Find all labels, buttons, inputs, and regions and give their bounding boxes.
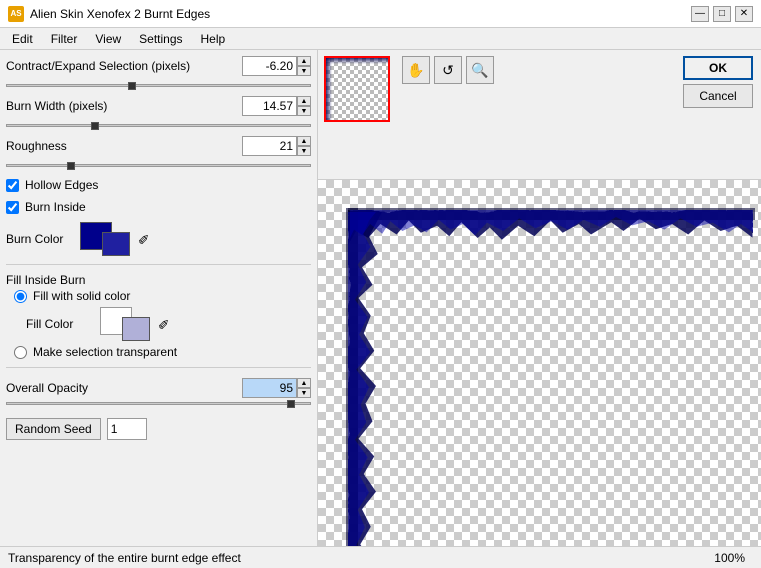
- roughness-input[interactable]: [242, 136, 297, 156]
- zoom-icon: 🔍: [471, 62, 488, 79]
- status-percent: 100%: [714, 551, 745, 565]
- close-button[interactable]: ✕: [735, 6, 753, 22]
- hollow-edges-label[interactable]: Hollow Edges: [25, 178, 98, 192]
- burn-width-slider[interactable]: [6, 122, 311, 130]
- overall-opacity-up[interactable]: ▲: [297, 378, 311, 388]
- random-seed-input[interactable]: [107, 418, 147, 440]
- preview-canvas: [318, 180, 761, 546]
- fill-inside-section: Fill Inside Burn Fill with solid color F…: [6, 271, 311, 361]
- overall-opacity-spinners: ▲ ▼: [297, 378, 311, 398]
- zoom-tool-button[interactable]: 🔍: [466, 56, 494, 84]
- pan-icon: ✋: [407, 62, 424, 79]
- thumbnail-box[interactable]: [324, 56, 390, 122]
- right-section: ✋ ↺ 🔍 OK Cancel: [318, 50, 761, 546]
- contract-expand-down[interactable]: ▼: [297, 66, 311, 76]
- overall-opacity-down[interactable]: ▼: [297, 388, 311, 398]
- rotate-tool-button[interactable]: ↺: [434, 56, 462, 84]
- contract-expand-label: Contract/Expand Selection (pixels): [6, 59, 238, 73]
- maximize-button[interactable]: □: [713, 6, 731, 22]
- fill-color-swatches: [100, 307, 150, 341]
- fill-solid-label[interactable]: Fill with solid color: [33, 289, 130, 303]
- roughness-up[interactable]: ▲: [297, 136, 311, 146]
- contract-expand-input-group: ▲ ▼: [242, 56, 311, 76]
- burn-width-label: Burn Width (pixels): [6, 99, 238, 113]
- contract-expand-up[interactable]: ▲: [297, 56, 311, 66]
- burn-width-input-group: ▲ ▼: [242, 96, 311, 116]
- contract-expand-row: Contract/Expand Selection (pixels) ▲ ▼: [6, 56, 311, 76]
- roughness-input-group: ▲ ▼: [242, 136, 311, 156]
- overall-opacity-input-group: ▲ ▼: [242, 378, 311, 398]
- burn-color-label: Burn Color: [6, 232, 76, 246]
- pan-tool-button[interactable]: ✋: [402, 56, 430, 84]
- toolbar-area: ✋ ↺ 🔍: [398, 50, 498, 179]
- burn-width-row: Burn Width (pixels) ▲ ▼: [6, 96, 311, 116]
- overall-opacity-input[interactable]: [242, 378, 297, 398]
- overall-opacity-slider[interactable]: [6, 400, 311, 408]
- overall-opacity-row: Overall Opacity ▲ ▼: [6, 378, 311, 398]
- burn-width-spinners: ▲ ▼: [297, 96, 311, 116]
- window-title: Alien Skin Xenofex 2 Burnt Edges: [30, 7, 685, 21]
- title-bar: AS Alien Skin Xenofex 2 Burnt Edges — □ …: [0, 0, 761, 28]
- contract-expand-spinners: ▲ ▼: [297, 56, 311, 76]
- window-controls: — □ ✕: [691, 6, 753, 22]
- burn-inside-label[interactable]: Burn Inside: [25, 200, 86, 214]
- hollow-edges-row: Hollow Edges: [6, 176, 311, 194]
- overall-opacity-label: Overall Opacity: [6, 381, 238, 395]
- status-bar: Transparency of the entire burnt edge ef…: [0, 546, 761, 568]
- make-transparent-label[interactable]: Make selection transparent: [33, 345, 177, 359]
- roughness-down[interactable]: ▼: [297, 146, 311, 156]
- menu-settings[interactable]: Settings: [131, 30, 190, 48]
- fill-color-label: Fill Color: [26, 317, 96, 331]
- roughness-label: Roughness: [6, 139, 238, 153]
- burn-color-picker-icon[interactable]: ✏: [130, 225, 158, 253]
- separator-2: [6, 367, 311, 368]
- ok-button[interactable]: OK: [683, 56, 753, 80]
- menu-edit[interactable]: Edit: [4, 30, 41, 48]
- fill-color-row: Fill Color ✏: [26, 305, 311, 343]
- ok-cancel-area: OK Cancel: [675, 50, 761, 179]
- minimize-button[interactable]: —: [691, 6, 709, 22]
- hollow-edges-checkbox[interactable]: [6, 179, 19, 192]
- burn-inside-row: Burn Inside: [6, 198, 311, 216]
- cancel-button[interactable]: Cancel: [683, 84, 753, 108]
- overall-opacity-section: Overall Opacity ▲ ▼: [6, 378, 311, 410]
- fill-inside-label: Fill Inside Burn: [6, 273, 311, 287]
- random-seed-row: Random Seed: [6, 418, 311, 440]
- thumbnail-area: [318, 50, 398, 179]
- burn-width-down[interactable]: ▼: [297, 106, 311, 116]
- make-transparent-radio[interactable]: [14, 346, 27, 359]
- contract-expand-input[interactable]: [242, 56, 297, 76]
- menu-view[interactable]: View: [87, 30, 129, 48]
- rotate-icon: ↺: [442, 62, 454, 79]
- burn-width-up[interactable]: ▲: [297, 96, 311, 106]
- left-panel: Contract/Expand Selection (pixels) ▲ ▼ B…: [0, 50, 318, 546]
- separator-1: [6, 264, 311, 265]
- fill-solid-row: Fill with solid color: [14, 287, 311, 305]
- make-transparent-row: Make selection transparent: [14, 343, 311, 361]
- roughness-spinners: ▲ ▼: [297, 136, 311, 156]
- app-icon: AS: [8, 6, 24, 22]
- burn-color-row: Burn Color ✏: [6, 220, 311, 258]
- burn-inside-checkbox[interactable]: [6, 201, 19, 214]
- menu-bar: Edit Filter View Settings Help: [0, 28, 761, 50]
- contract-expand-slider[interactable]: [6, 82, 311, 90]
- fill-solid-radio[interactable]: [14, 290, 27, 303]
- fill-color-picker-icon[interactable]: ✏: [150, 310, 178, 338]
- random-seed-button[interactable]: Random Seed: [6, 418, 101, 440]
- roughness-row: Roughness ▲ ▼: [6, 136, 311, 156]
- burn-color-fg-swatch[interactable]: [102, 232, 130, 256]
- top-right: ✋ ↺ 🔍 OK Cancel: [318, 50, 761, 180]
- menu-help[interactable]: Help: [193, 30, 234, 48]
- fill-color-fg-swatch[interactable]: [122, 317, 150, 341]
- roughness-slider[interactable]: [6, 162, 311, 170]
- menu-filter[interactable]: Filter: [43, 30, 86, 48]
- burn-color-swatches: [80, 222, 130, 256]
- checker-background: [318, 180, 761, 546]
- status-text: Transparency of the entire burnt edge ef…: [8, 551, 714, 565]
- burn-width-input[interactable]: [242, 96, 297, 116]
- preview-area: [318, 180, 761, 546]
- main-content: Contract/Expand Selection (pixels) ▲ ▼ B…: [0, 50, 761, 546]
